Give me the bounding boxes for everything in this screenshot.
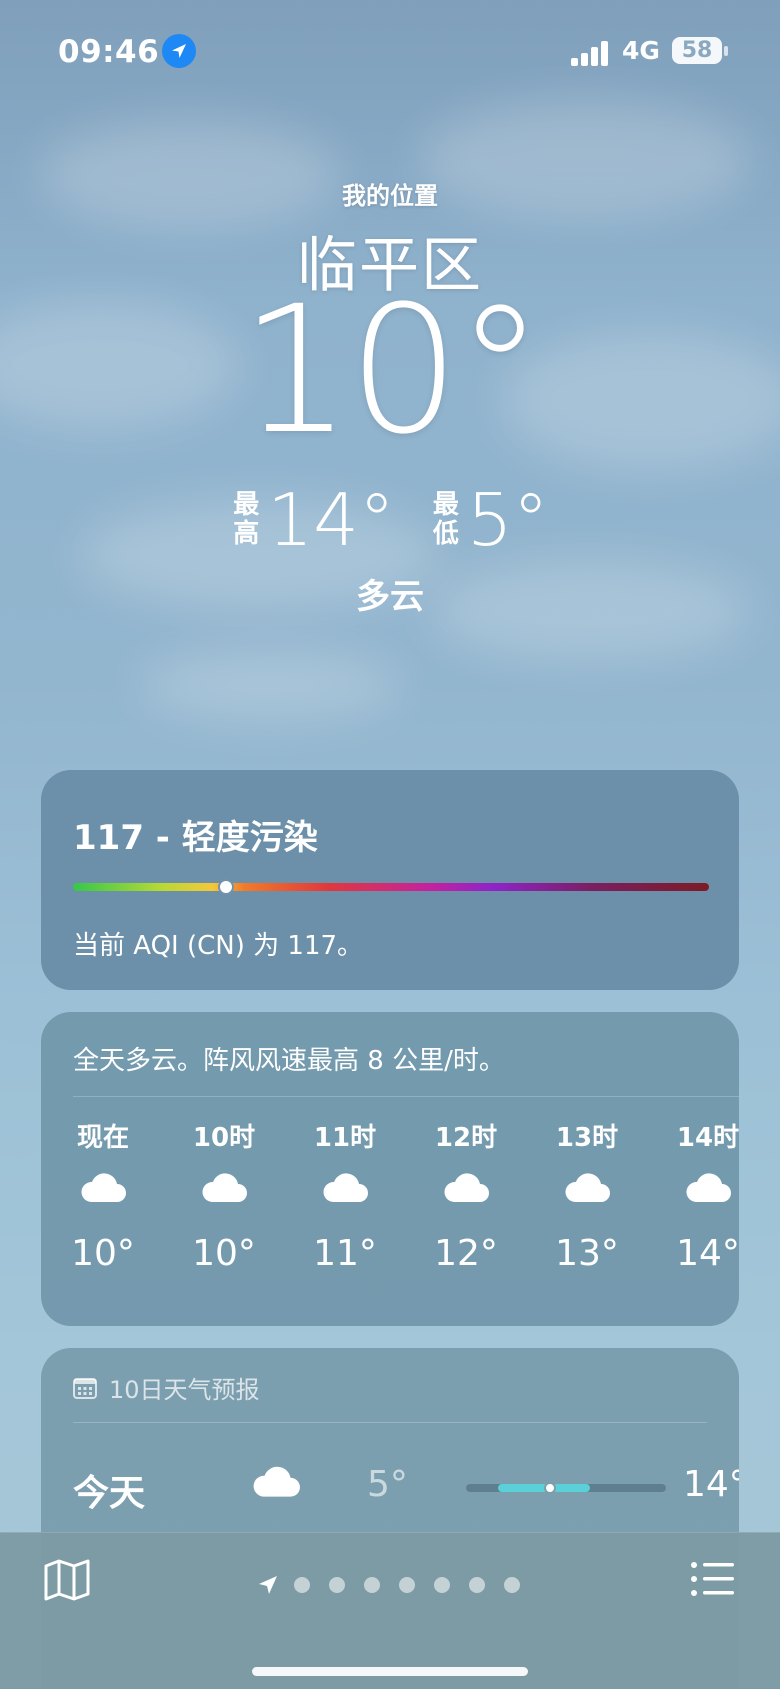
hour-label: 10时 bbox=[192, 1123, 256, 1153]
signal-icon bbox=[571, 40, 609, 66]
hour-temp: 14° bbox=[676, 1233, 739, 1274]
forecast-high: 14° bbox=[683, 1464, 739, 1505]
home-indicator[interactable] bbox=[252, 1667, 528, 1676]
high-tag: 最高 bbox=[233, 490, 260, 549]
low-temperature: 5° bbox=[466, 478, 549, 562]
page-dot[interactable] bbox=[504, 1577, 520, 1593]
high-temperature: 14° bbox=[267, 478, 395, 562]
divider bbox=[73, 1422, 707, 1423]
hourly-scroll[interactable]: 现在 10° 10时 10° 11时 11° 12时 12° 13时 13° 1… bbox=[41, 1117, 739, 1307]
hourly-forecast-card[interactable]: 全天多云。阵风风速最高 8 公里/时。 现在 10° 10时 10° 11时 1… bbox=[41, 1012, 739, 1326]
hour-label: 12时 bbox=[434, 1123, 498, 1153]
status-bar: 09:46 4G 58 bbox=[0, 30, 780, 76]
hour-temp: 13° bbox=[555, 1233, 619, 1274]
forecast-low: 5° bbox=[367, 1464, 408, 1505]
battery-tip bbox=[724, 46, 728, 56]
map-icon[interactable] bbox=[44, 1559, 90, 1601]
forecast-title: 10日天气预报 bbox=[109, 1376, 260, 1404]
battery-level: 58 bbox=[681, 38, 713, 63]
page-dot[interactable] bbox=[434, 1577, 450, 1593]
page-dot[interactable] bbox=[364, 1577, 380, 1593]
hour-label: 14时 bbox=[676, 1123, 739, 1153]
forecast-header: 10日天气预报 bbox=[73, 1370, 260, 1405]
hour-label: 13时 bbox=[555, 1123, 619, 1153]
cloud-icon bbox=[285, 1157, 405, 1231]
cloud-icon bbox=[648, 1157, 739, 1231]
hour-temp: 10° bbox=[192, 1233, 256, 1274]
divider bbox=[73, 1096, 739, 1097]
low-tag: 最低 bbox=[432, 490, 459, 549]
page-indicator[interactable] bbox=[256, 1573, 539, 1597]
weather-condition: 多云 bbox=[356, 577, 424, 617]
air-quality-card[interactable]: 117 - 轻度污染 当前 AQI (CN) 为 117。 bbox=[41, 770, 739, 990]
location-arrow-icon bbox=[162, 34, 196, 68]
forecast-row[interactable]: 今天 5° 14° bbox=[73, 1448, 739, 1526]
list-icon[interactable] bbox=[690, 1561, 736, 1597]
hour-item: 现在 10° bbox=[43, 1117, 163, 1274]
hour-item: 12时 12° bbox=[406, 1117, 526, 1274]
temperature-range-bar bbox=[466, 1482, 666, 1494]
aqi-description: 当前 AQI (CN) 为 117。 bbox=[73, 931, 364, 961]
aqi-indicator bbox=[217, 879, 234, 895]
page-dot[interactable] bbox=[469, 1577, 485, 1593]
cloud-icon bbox=[406, 1157, 526, 1231]
current-temp-marker bbox=[544, 1482, 556, 1494]
forecast-day: 今天 bbox=[73, 1473, 146, 1514]
hour-temp: 11° bbox=[313, 1233, 377, 1274]
bottom-toolbar bbox=[0, 1532, 780, 1689]
page-dot[interactable] bbox=[399, 1577, 415, 1593]
network-type: 4G bbox=[622, 36, 660, 65]
cloud-icon bbox=[164, 1157, 284, 1231]
hour-label: 现在 bbox=[76, 1123, 129, 1153]
my-location-label: 我的位置 bbox=[342, 182, 438, 210]
battery-icon: 58 bbox=[672, 37, 722, 64]
hour-temp: 12° bbox=[434, 1233, 498, 1274]
status-time: 09:46 bbox=[58, 34, 160, 70]
location-arrow-icon[interactable] bbox=[256, 1573, 280, 1597]
hour-item: 14时 14° bbox=[648, 1117, 739, 1274]
hour-item: 10时 10° bbox=[164, 1117, 284, 1274]
current-temperature: 10° bbox=[240, 268, 544, 473]
hourly-summary: 全天多云。阵风风速最高 8 公里/时。 bbox=[73, 1046, 505, 1076]
page-dot[interactable] bbox=[329, 1577, 345, 1593]
cloud-icon bbox=[251, 1466, 301, 1502]
hour-item: 13时 13° bbox=[527, 1117, 647, 1274]
high-low: 最高 14° 最低 5° bbox=[0, 478, 780, 562]
hour-item: 11时 11° bbox=[285, 1117, 405, 1274]
hour-temp: 10° bbox=[71, 1233, 135, 1274]
aqi-title: 117 - 轻度污染 bbox=[73, 818, 318, 858]
cloud-icon bbox=[527, 1157, 647, 1231]
calendar-icon bbox=[73, 1377, 97, 1399]
page-dot[interactable] bbox=[294, 1577, 310, 1593]
hour-label: 11时 bbox=[313, 1123, 377, 1153]
aqi-scale-bar bbox=[73, 883, 709, 891]
cloud-icon bbox=[43, 1157, 163, 1231]
